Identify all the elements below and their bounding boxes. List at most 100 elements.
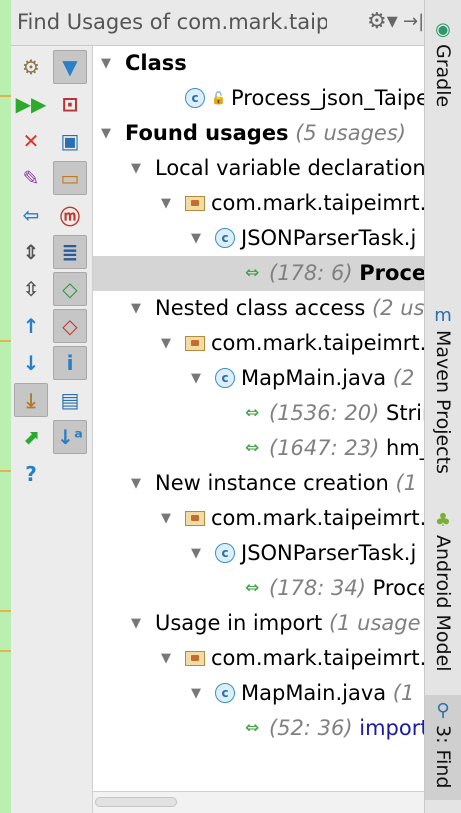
tree-row-label: MapMain.java (2: [241, 361, 414, 396]
class-icon: c: [215, 368, 235, 388]
android-model-tab[interactable]: ♣ Android Model: [425, 505, 461, 685]
filter-icon[interactable]: ▼: [53, 50, 87, 84]
change-marker: [0, 650, 11, 652]
tree-row-label: New instance creation (1: [155, 466, 417, 501]
tree-row-group[interactable]: ▼ Nested class access (2 usa: [93, 291, 424, 326]
tree-row-label: Nested class access (2 usa: [155, 291, 424, 326]
window-title: Find Usages of com.mark.taip...: [17, 10, 327, 34]
tree-row-label: (52: 36) import: [269, 711, 424, 746]
tree-row-header[interactable]: ▼ Found usages (5 usages): [93, 116, 424, 151]
tree-row-file[interactable]: ▼ c JSONParserTask.j: [93, 221, 424, 256]
tree-row-group[interactable]: ▼ Local variable declaration: [93, 151, 424, 186]
tree-row-usage[interactable]: ⇔ (52: 36) import: [93, 711, 424, 746]
node-text: com.mark.taipeimrt.: [211, 646, 424, 670]
show-read-access-icon[interactable]: ◇: [53, 272, 87, 306]
hide-panel-icon[interactable]: →|: [403, 11, 424, 32]
tree-row-label: com.mark.taipeimrt.: [211, 326, 424, 361]
export-icon[interactable]: ⤓: [14, 383, 48, 417]
expand-arrow-icon[interactable]: ▼: [131, 606, 141, 641]
tree-row-group[interactable]: ▼ New instance creation (1: [93, 466, 424, 501]
horizontal-scrollbar[interactable]: [93, 791, 424, 813]
node-text: MapMain.java: [241, 366, 387, 390]
expand-arrow-icon[interactable]: ▼: [161, 186, 171, 221]
maven-projects-tab[interactable]: m Maven Projects: [425, 300, 461, 500]
show-write-access-icon[interactable]: ◇: [53, 309, 87, 343]
node-text: New instance creation: [155, 471, 389, 495]
close-icon[interactable]: ✕: [14, 124, 48, 158]
usage-count-hint: (2: [386, 366, 415, 390]
scrollbar-thumb[interactable]: [95, 797, 177, 807]
tree-row-usage[interactable]: ⇔ (1647: 23) hm_r: [93, 431, 424, 466]
help-icon[interactable]: ?: [14, 457, 48, 491]
tree-row-group[interactable]: ▼ Usage in import (1 usage: [93, 606, 424, 641]
node-text: Class: [125, 51, 187, 75]
tree-row-header[interactable]: ▼ Class: [93, 46, 424, 81]
preview-usages-icon[interactable]: i: [53, 346, 87, 380]
expand-arrow-icon[interactable]: ▼: [161, 501, 171, 536]
pin-tab-icon[interactable]: ✎: [14, 161, 48, 195]
change-marker: [0, 95, 11, 97]
tree-row-file[interactable]: ▼ c MapMain.java (2: [93, 361, 424, 396]
tree-row-label: MapMain.java (1: [241, 676, 414, 711]
right-tool-window-bar: ◉ Gradle m Maven Projects ♣ Android Model ⚲ 3: …: [424, 0, 461, 813]
tree-row-usage[interactable]: ⇔ (1536: 20) Strin: [93, 396, 424, 431]
tree-row-label: Class: [125, 46, 187, 81]
find-tab[interactable]: ⚲ 3: Find: [425, 695, 461, 800]
class-icon: c: [185, 88, 205, 108]
group-by-package-icon[interactable]: ▭: [53, 161, 87, 195]
tree-row-usage[interactable]: ⇔ (178: 34) Proces: [93, 571, 424, 606]
usage-count-hint: (1: [388, 471, 418, 495]
open-in-editor-icon[interactable]: ⬈: [14, 420, 48, 454]
expand-arrow-icon[interactable]: ▼: [101, 46, 111, 81]
expand-arrow-icon[interactable]: ▼: [191, 536, 201, 571]
usage-text: Process: [359, 261, 424, 285]
rerun-icon[interactable]: ⚙: [14, 50, 48, 84]
tree-row-package[interactable]: ▼ com.mark.taipeimrt.: [93, 641, 424, 676]
merge-usages-icon[interactable]: ≣: [53, 235, 87, 269]
usage-icon: ⇔: [245, 438, 260, 458]
expand-arrow-icon[interactable]: ▼: [191, 221, 201, 256]
tree-row-class[interactable]: c 🔓 Process_json_Taipei: [93, 81, 424, 116]
sort-alphabetically-icon[interactable]: ↓ᵃ: [53, 420, 87, 454]
tree-row-label: JSONParserTask.j: [241, 536, 416, 571]
gradle-tab[interactable]: ◉ Gradle: [425, 14, 461, 124]
tab-label: Gradle: [432, 44, 454, 108]
expand-arrow-icon[interactable]: ▼: [191, 676, 201, 711]
find-usages-title-bar: Find Usages of com.mark.taip... ⚙▾ →|: [11, 0, 424, 46]
class-icon: c: [215, 228, 235, 248]
run-icon[interactable]: ▶▶: [14, 87, 48, 121]
expand-arrow-icon[interactable]: ▼: [191, 361, 201, 396]
group-by-usage-type-icon[interactable]: ⊡: [53, 87, 87, 121]
tree-row-file[interactable]: ▼ c MapMain.java (1: [93, 676, 424, 711]
expand-arrow-icon[interactable]: ▼: [131, 466, 141, 501]
expand-arrow-icon[interactable]: ▼: [101, 116, 111, 151]
previous-occurrence-icon[interactable]: ↑: [14, 309, 48, 343]
class-icon: c: [215, 543, 235, 563]
tree-row-package[interactable]: ▼ com.mark.taipeimrt.: [93, 186, 424, 221]
tree-row-label: (1647: 23) hm_r: [269, 431, 424, 466]
next-occurrence-icon[interactable]: ↓: [14, 346, 48, 380]
change-marker: [0, 610, 11, 612]
tree-row-label: com.mark.taipeimrt.: [211, 186, 424, 221]
expand-arrow-icon[interactable]: ▼: [131, 151, 141, 186]
tree-row-file[interactable]: ▼ c JSONParserTask.j: [93, 536, 424, 571]
gear-icon[interactable]: ⚙▾: [367, 9, 398, 34]
tree-row-package[interactable]: ▼ com.mark.taipeimrt.: [93, 501, 424, 536]
tab-label: Android Model: [432, 535, 454, 672]
usages-tree[interactable]: ▼ Class c 🔓 Process_json_Taipei ▼ Found usages…: [93, 46, 424, 791]
node-text: com.mark.taipeimrt.: [211, 331, 424, 355]
usage-count-hint: (2 usa: [371, 296, 424, 320]
expand-all-icon[interactable]: ⇕: [14, 235, 48, 269]
expand-arrow-icon[interactable]: ▼: [131, 291, 141, 326]
expand-arrow-icon[interactable]: ▼: [161, 641, 171, 676]
usage-icon: ⇔: [245, 718, 260, 738]
back-icon[interactable]: ⇦: [14, 198, 48, 232]
tree-row-package[interactable]: ▼ com.mark.taipeimrt.: [93, 326, 424, 361]
expand-arrow-icon[interactable]: ▼: [161, 326, 171, 361]
navigate-icon[interactable]: ▤: [53, 383, 87, 417]
group-by-module-icon[interactable]: ▣: [53, 124, 87, 158]
tree-row-usage[interactable]: ⇔ (178: 6) Process: [93, 256, 424, 291]
package-icon: [185, 196, 205, 211]
collapse-all-icon[interactable]: ⇳: [14, 272, 48, 306]
group-by-method-icon[interactable]: ⓜ: [53, 198, 87, 232]
